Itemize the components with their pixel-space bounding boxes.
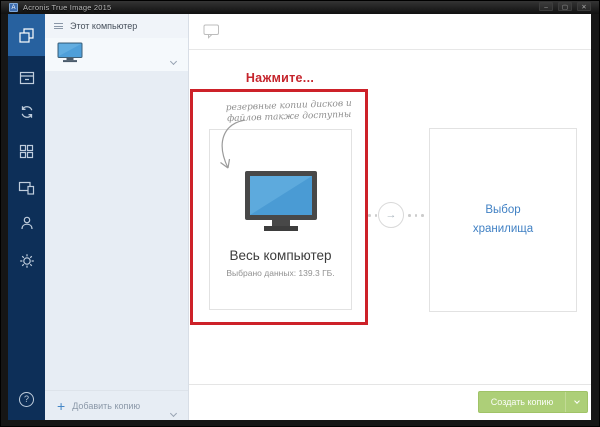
source-card-title: Весь компьютер (210, 248, 351, 263)
flow-dots-left (368, 214, 377, 217)
sidebar-item-settings[interactable] (8, 242, 45, 280)
sidebar-item-archive[interactable] (8, 59, 45, 97)
chevron-down-icon (574, 398, 580, 404)
chevron-down-icon[interactable] (171, 403, 176, 421)
app-window: A Acronis True Image 2015 – ▢ ✕ (0, 0, 600, 427)
create-backup-dropdown[interactable] (565, 392, 587, 412)
app-body: ? Этот компьютер (8, 14, 591, 420)
plus-icon: + (57, 399, 65, 413)
feedback-bubble-icon[interactable] (203, 24, 220, 44)
sidebar-item-backup[interactable] (8, 14, 45, 56)
flow-arrow-icon: → (378, 202, 404, 228)
gear-icon (19, 253, 35, 269)
user-icon (19, 215, 35, 231)
sidebar-item-help[interactable]: ? (8, 382, 45, 416)
backup-list-panel: Этот компьютер + Добавить копию (45, 14, 189, 420)
archive-icon (19, 71, 35, 85)
create-backup-button[interactable]: Создать копию (478, 391, 588, 413)
toolbar-divider (189, 49, 591, 50)
window-controls: – ▢ ✕ (539, 2, 591, 11)
create-backup-label: Создать копию (479, 392, 565, 412)
add-backup-button[interactable]: + Добавить копию (45, 390, 188, 420)
destination-label-line1: Выбор (485, 204, 520, 216)
sidebar-item-tools[interactable] (8, 132, 45, 170)
source-card-whole-pc[interactable]: Весь компьютер Выбрано данных: 139.3 ГБ. (209, 129, 352, 310)
navigation-sidebar: ? (8, 14, 45, 420)
backup-item-this-computer[interactable] (45, 38, 188, 71)
footer-divider (189, 384, 591, 385)
flow-dots-right (408, 214, 424, 217)
annotation-note: резервные копии дисков и файлов также до… (215, 98, 364, 125)
backup-setup-main: Нажмите... резервные копии дисков и файл… (189, 14, 591, 420)
destination-card-select-storage[interactable]: Выбор хранилища (429, 128, 577, 312)
minimize-button[interactable]: – (539, 2, 553, 11)
window-title: Acronis True Image 2015 (23, 3, 111, 12)
monitor-icon (244, 170, 318, 239)
annotation-note-line2: файлов также доступны (227, 110, 351, 124)
tools-grid-icon (19, 144, 34, 159)
help-icon: ? (19, 392, 34, 407)
title-bar: A Acronis True Image 2015 – ▢ ✕ (1, 1, 599, 14)
menu-icon (54, 22, 63, 31)
sidebar-item-sync[interactable] (8, 93, 45, 131)
computer-icon (57, 42, 83, 68)
backup-icon (18, 27, 35, 44)
sync-icon (19, 104, 35, 120)
backup-list-title: Этот компьютер (70, 21, 137, 31)
sidebar-item-account[interactable] (8, 204, 45, 242)
annotation-click-label: Нажмите... (189, 71, 371, 85)
devices-icon (18, 180, 35, 195)
maximize-button[interactable]: ▢ (558, 2, 572, 11)
close-button[interactable]: ✕ (577, 2, 591, 11)
annotation-note-line1: резервные копии дисков и (226, 99, 352, 113)
add-backup-label: Добавить копию (72, 401, 140, 411)
backup-list-header[interactable]: Этот компьютер (45, 14, 188, 38)
source-card-subtitle: Выбрано данных: 139.3 ГБ. (210, 268, 351, 278)
destination-label-line2: хранилища (473, 223, 533, 235)
destination-card-label: Выбор хранилища (473, 201, 533, 239)
chevron-down-icon[interactable] (171, 51, 176, 69)
sidebar-item-devices[interactable] (8, 168, 45, 206)
app-logo-icon: A (9, 3, 18, 12)
